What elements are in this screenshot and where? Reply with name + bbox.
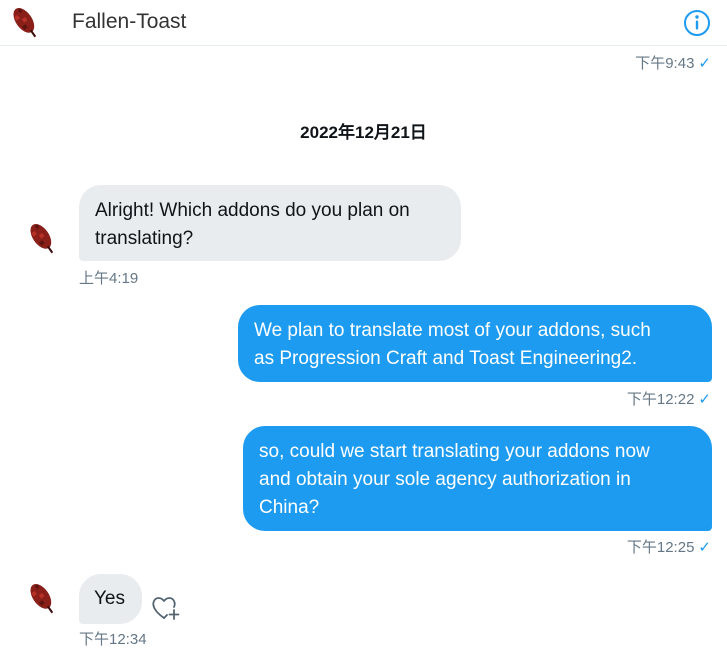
heart-plus-icon[interactable] [150,592,182,622]
outgoing-message-bubble[interactable]: We plan to translate most of your addons… [238,305,712,382]
message-timestamp: 下午12:25 ✓ [627,536,711,557]
message-line: Yes [94,588,125,609]
incoming-message-bubble[interactable]: Yes [79,574,142,624]
message-line: We plan to translate most of your addons… [254,320,651,341]
red-feather-avatar-icon[interactable] [24,218,60,263]
sent-check-icon: ✓ [698,55,711,72]
sent-check-icon: ✓ [698,391,711,408]
conversation-header: Fallen-Toast [0,0,727,46]
timestamp-text: 下午9:43 [635,55,695,72]
info-icon[interactable] [682,8,712,38]
message-line: Alright! Which addons do you plan on [95,200,410,221]
incoming-message-bubble[interactable]: Alright! Which addons do you plan on tra… [79,185,461,261]
timestamp-text: 下午12:25 [626,539,695,556]
message-timestamp: 下午12:22 ✓ [627,388,711,409]
message-line: as Progression Craft and Toast Engineeri… [254,348,638,369]
message-line: translating? [95,228,194,249]
message-line: China? [259,497,320,518]
message-line: and obtain your sole agency authorizatio… [259,469,631,490]
contact-name[interactable]: Fallen-Toast [72,10,186,34]
sent-check-icon: ✓ [698,539,711,556]
timestamp-text: 下午12:22 [626,391,695,408]
message-timestamp: 下午9:43 ✓ [635,52,711,73]
message-line: so, could we start translating your addo… [259,441,650,462]
red-feather-avatar-icon[interactable] [8,2,42,42]
message-timestamp: 上午4:19 [79,270,139,287]
message-timestamp: 下午12:34 [79,631,147,648]
outgoing-message-bubble[interactable]: so, could we start translating your addo… [243,426,712,531]
date-separator: 2022年12月21日 [300,123,427,142]
red-feather-avatar-icon[interactable] [24,578,60,623]
